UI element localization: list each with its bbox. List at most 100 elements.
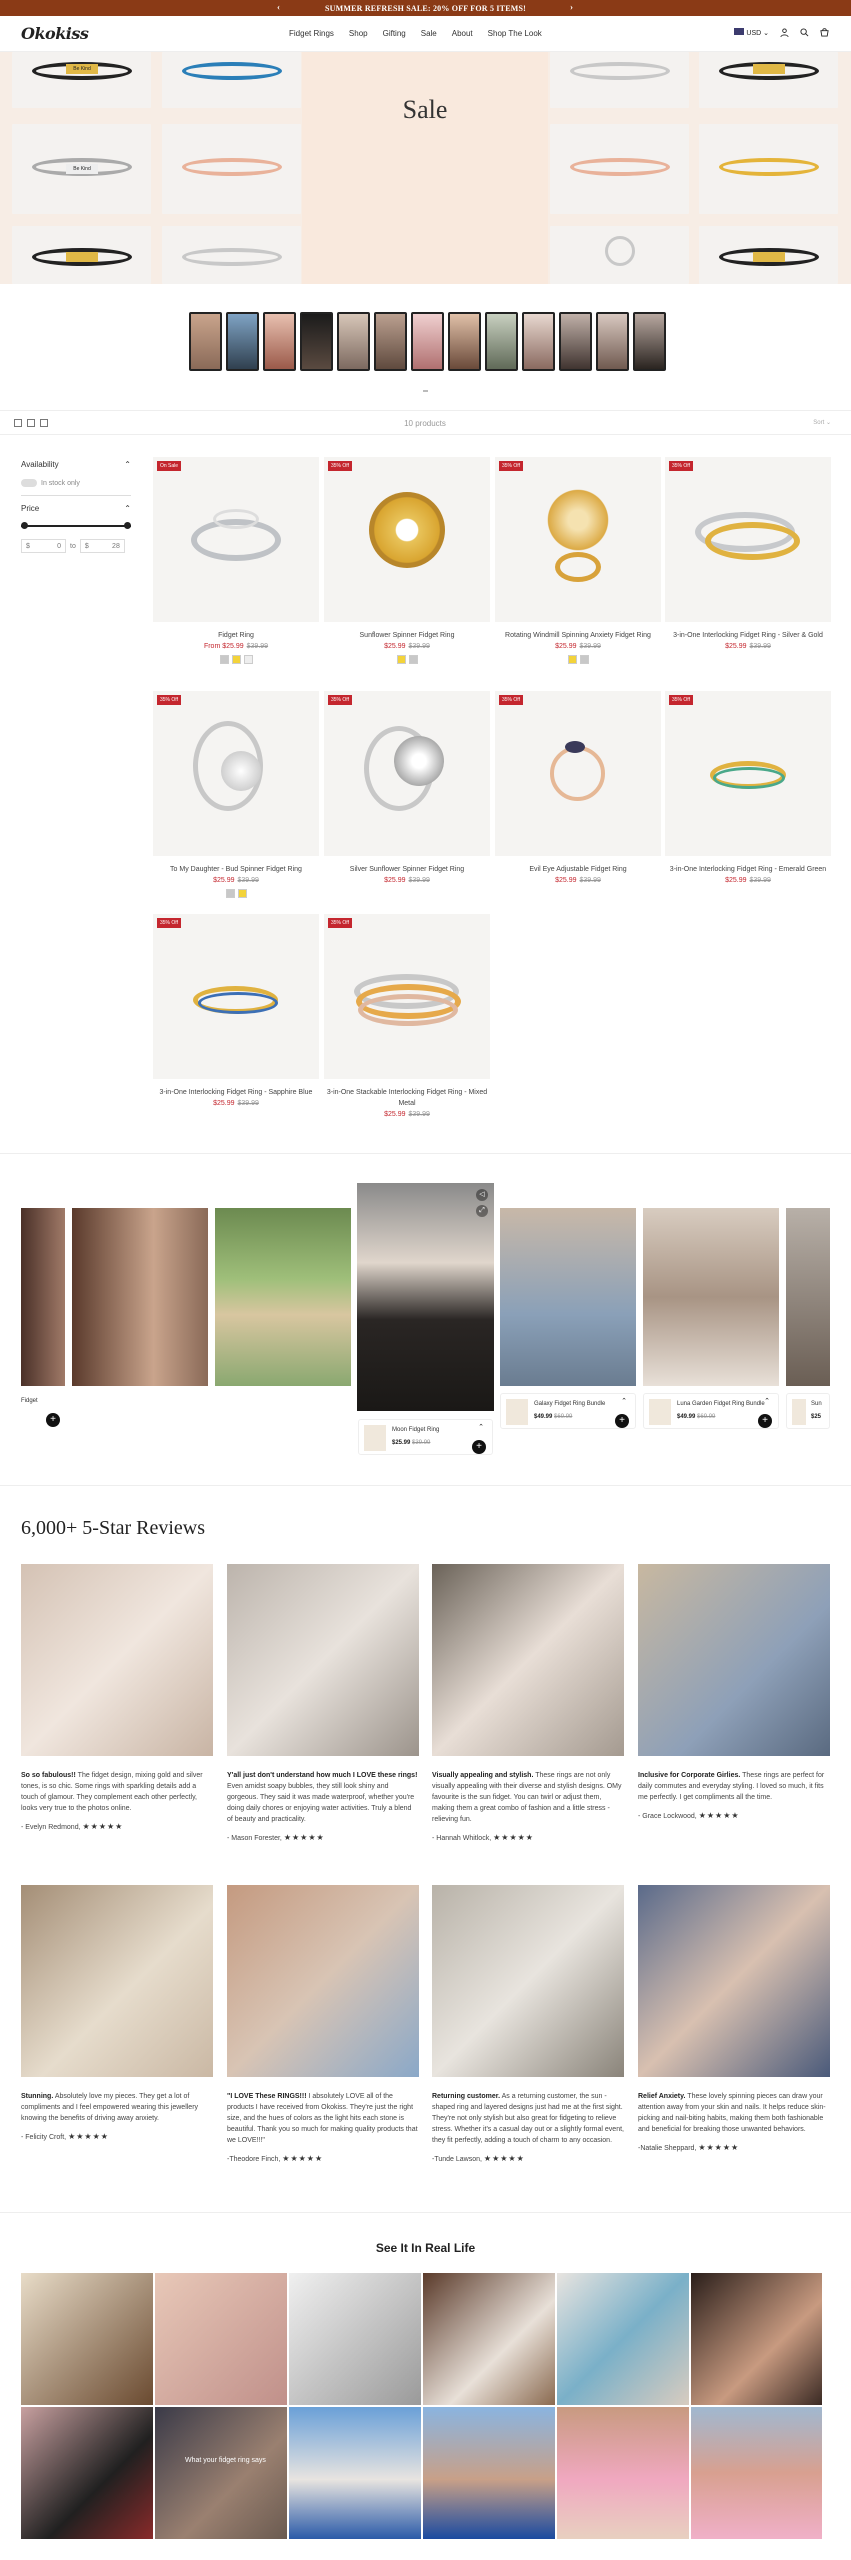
product-card[interactable]: 35% Off 3-in-One Interlocking Fidget Rin… [665, 691, 831, 884]
product-card[interactable]: 35% Off 3-in-One Interlocking Fidget Rin… [665, 457, 831, 650]
grid-2-icon[interactable] [14, 419, 22, 427]
product-card[interactable]: 35% Off To My Daughter - Bud Spinner Fid… [153, 691, 319, 898]
grid-4-icon[interactable] [27, 419, 35, 427]
gallery-photo[interactable] [423, 2407, 555, 2539]
chevron-up-icon[interactable]: ⌃ [764, 1397, 770, 1405]
account-icon[interactable] [780, 28, 789, 37]
promo-text[interactable]: SUMMER REFRESH SALE: 20% OFF FOR 5 ITEMS… [325, 4, 526, 13]
video-card[interactable] [643, 1208, 779, 1386]
product-image[interactable]: 35% Off [153, 691, 319, 856]
review-photo[interactable] [21, 1885, 213, 2077]
story-thumb[interactable] [374, 312, 407, 371]
product-name[interactable]: To My Daughter - Bud Spinner Fidget Ring [153, 864, 319, 875]
review-photo[interactable] [21, 1564, 213, 1756]
swatch-silver[interactable] [579, 655, 589, 664]
add-to-cart-button[interactable]: + [472, 1440, 486, 1454]
in-stock-toggle[interactable]: In stock only [21, 479, 131, 487]
review-photo[interactable] [432, 1885, 624, 2077]
video-product-pill[interactable]: Sun $25 [786, 1393, 830, 1429]
product-name[interactable]: Rotating Windmill Spinning Anxiety Fidge… [495, 630, 661, 641]
banner-product-tile[interactable] [699, 52, 838, 108]
product-name[interactable]: Sunflower Spinner Fidget Ring [324, 630, 490, 641]
sort-dropdown[interactable]: Sort ⌄ [813, 419, 831, 426]
gallery-photo[interactable] [289, 2407, 421, 2539]
video-card[interactable] [215, 1208, 351, 1386]
product-card[interactable]: 35% Off Evil Eye Adjustable Fidget Ring … [495, 691, 661, 884]
story-thumb[interactable] [485, 312, 518, 371]
add-to-cart-button[interactable]: + [615, 1414, 629, 1428]
banner-product-tile[interactable] [699, 226, 838, 284]
currency-selector[interactable]: USD ⌄ [734, 28, 769, 37]
video-card[interactable] [786, 1208, 830, 1386]
gallery-photo[interactable] [423, 2273, 555, 2405]
review-photo[interactable] [638, 1885, 830, 2077]
slider-handle-max[interactable] [124, 522, 131, 529]
story-thumb[interactable] [337, 312, 370, 371]
swatch-gold[interactable] [396, 655, 406, 664]
story-thumb[interactable] [633, 312, 666, 371]
add-to-cart-button[interactable]: + [46, 1413, 60, 1427]
gallery-photo[interactable]: What your fidget ring says [155, 2407, 287, 2539]
price-filter[interactable]: Price ⌃ [21, 504, 131, 513]
swatch-silver[interactable] [225, 889, 235, 898]
gallery-photo[interactable] [691, 2273, 822, 2405]
gallery-photo[interactable] [557, 2407, 689, 2539]
chevron-up-icon[interactable]: ⌃ [621, 1397, 627, 1405]
review-photo[interactable] [227, 1564, 419, 1756]
price-slider[interactable] [21, 522, 131, 529]
gallery-photo[interactable] [557, 2273, 689, 2405]
banner-product-tile[interactable] [162, 124, 301, 214]
product-name[interactable]: 3-in-One Interlocking Fidget Ring - Sapp… [153, 1087, 319, 1098]
toggle-switch[interactable] [21, 479, 37, 487]
video-card[interactable] [21, 1208, 65, 1386]
product-card[interactable]: 35% Off Sunflower Spinner Fidget Ring $2… [324, 457, 490, 664]
gallery-photo[interactable] [289, 2273, 421, 2405]
video-card[interactable] [72, 1208, 208, 1386]
product-name[interactable]: 3-in-One Stackable Interlocking Fidget R… [324, 1087, 490, 1109]
video-product-label[interactable]: Fidget [21, 1398, 38, 1404]
review-photo[interactable] [432, 1564, 624, 1756]
product-image[interactable]: 35% Off [324, 914, 490, 1079]
review-photo[interactable] [638, 1564, 830, 1756]
search-icon[interactable] [800, 28, 809, 37]
product-name[interactable]: Fidget Ring [153, 630, 319, 641]
cart-icon[interactable] [820, 28, 829, 37]
swatch-other[interactable] [243, 655, 253, 664]
video-card[interactable] [500, 1208, 636, 1386]
product-card[interactable]: 35% Off Silver Sunflower Spinner Fidget … [324, 691, 490, 884]
nav-about[interactable]: About [452, 29, 473, 38]
add-to-cart-button[interactable]: + [758, 1414, 772, 1428]
story-thumb[interactable] [300, 312, 333, 371]
gallery-photo[interactable] [691, 2407, 822, 2539]
swatch-gold[interactable] [567, 655, 577, 664]
product-card[interactable]: On Sale Fidget Ring From $25.99 $39.99 [153, 457, 319, 664]
gallery-photo[interactable] [21, 2407, 153, 2539]
banner-product-tile[interactable] [162, 52, 301, 108]
story-thumb[interactable] [263, 312, 296, 371]
logo[interactable]: Okokiss [21, 24, 89, 43]
product-name[interactable]: 3-in-One Interlocking Fidget Ring - Silv… [665, 630, 831, 641]
product-image[interactable]: On Sale [153, 457, 319, 622]
nav-gifting[interactable]: Gifting [383, 29, 406, 38]
story-thumb[interactable] [448, 312, 481, 371]
chevron-left-icon[interactable]: ‹ [277, 2, 280, 12]
product-image[interactable]: 35% Off [495, 691, 661, 856]
gallery-photo[interactable] [155, 2273, 287, 2405]
story-thumb[interactable] [522, 312, 555, 371]
product-image[interactable]: 35% Off [495, 457, 661, 622]
banner-product-tile[interactable]: Be Kind [12, 52, 151, 108]
chevron-right-icon[interactable]: › [570, 2, 573, 12]
banner-product-tile[interactable] [162, 226, 301, 284]
product-card[interactable]: 35% Off Rotating Windmill Spinning Anxie… [495, 457, 661, 664]
chevron-up-icon[interactable]: ⌃ [478, 1423, 484, 1431]
banner-product-tile[interactable] [550, 226, 689, 284]
nav-sale[interactable]: Sale [421, 29, 437, 38]
list-view-icon[interactable] [40, 419, 48, 427]
price-min-input[interactable]: $0 [21, 539, 66, 553]
price-max-input[interactable]: $28 [79, 539, 125, 553]
video-product-pill[interactable]: Luna Garden Fidget Ring Bundle $49.99 $6… [643, 1393, 779, 1429]
banner-product-tile[interactable] [12, 226, 151, 284]
story-thumb[interactable] [226, 312, 259, 371]
nav-fidget-rings[interactable]: Fidget Rings [289, 29, 334, 38]
product-image[interactable]: 35% Off [153, 914, 319, 1079]
